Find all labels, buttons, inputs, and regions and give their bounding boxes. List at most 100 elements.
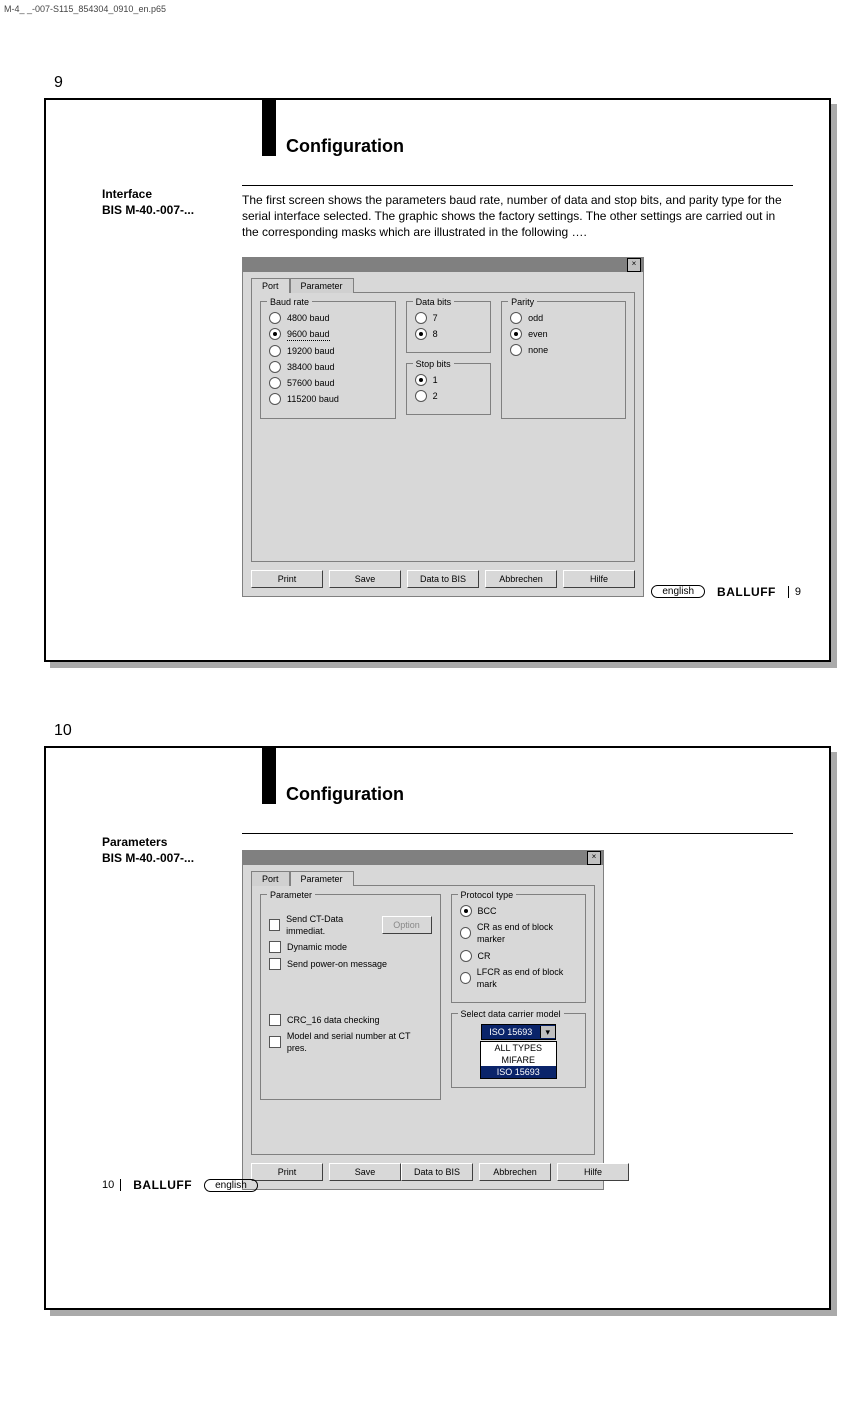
baud-9600[interactable]: 9600 baud [269, 328, 387, 341]
fieldset-stopbits: Stop bits 1 2 [406, 363, 492, 415]
carrier-opt-mifare[interactable]: MIFARE [481, 1054, 556, 1066]
baud-4800[interactable]: 4800 baud [269, 312, 387, 324]
tab-port[interactable]: Port [251, 278, 290, 293]
footer-page-num: 9 [788, 586, 801, 598]
brand-logo: BALLUFF [717, 585, 776, 599]
help-button[interactable]: Hilfe [557, 1163, 629, 1181]
baud-4800-label: 4800 baud [287, 312, 330, 324]
save-button[interactable]: Save [329, 570, 401, 588]
parity-even[interactable]: even [510, 328, 617, 340]
legend-parity: Parity [508, 296, 537, 308]
check-crc16-label: CRC_16 data checking [287, 1014, 380, 1026]
baud-115200[interactable]: 115200 baud [269, 393, 387, 405]
section-title: Configuration [286, 784, 793, 805]
stopbits-1-label: 1 [433, 374, 438, 386]
option-button[interactable]: Option [382, 916, 432, 934]
sidebar-line1: Parameters [102, 835, 242, 851]
databits-8[interactable]: 8 [415, 328, 483, 340]
tabs: Port Parameter [251, 278, 635, 293]
baud-115200-label: 115200 baud [287, 393, 339, 405]
sidebar-label: Interface BIS M-40.-007-... [102, 185, 242, 218]
print-button[interactable]: Print [251, 1163, 323, 1181]
tabs: Port Parameter [251, 871, 595, 886]
cancel-button[interactable]: Abbrechen [485, 570, 557, 588]
save-button[interactable]: Save [329, 1163, 401, 1181]
protocol-cr-label: CR [478, 950, 491, 962]
carrier-selected: ISO 15693 [482, 1026, 540, 1038]
body-col: × Port Parameter Parameter [242, 833, 793, 1190]
carrier-dropdown[interactable]: ISO 15693 ▾ [481, 1024, 556, 1040]
sidebar-line1: Interface [102, 187, 242, 203]
tab-pane-port: Baud rate 4800 baud 9600 baud 19200 baud… [251, 292, 635, 562]
footer-right: english BALLUFF 9 [651, 585, 801, 599]
sidebar-label: Parameters BIS M-40.-007-... [102, 833, 242, 866]
help-button[interactable]: Hilfe [563, 570, 635, 588]
protocol-bcc-label: BCC [478, 905, 497, 917]
check-modelserial-label: Model and serial number at CT pres. [287, 1030, 432, 1054]
language-badge: english [204, 1179, 258, 1192]
protocol-cr-eob[interactable]: CR as end of block marker [460, 921, 577, 945]
baud-19200[interactable]: 19200 baud [269, 345, 387, 357]
data-to-bis-button[interactable]: Data to BIS [401, 1163, 473, 1181]
footer-page-num: 10 [102, 1179, 121, 1191]
close-icon[interactable]: × [587, 851, 601, 865]
data-to-bis-button[interactable]: Data to BIS [407, 570, 479, 588]
stopbits-1[interactable]: 1 [415, 374, 483, 386]
check-modelserial[interactable]: Model and serial number at CT pres. [269, 1030, 432, 1054]
tab-parameter[interactable]: Parameter [290, 278, 354, 293]
tab-parameter[interactable]: Parameter [290, 871, 354, 886]
protocol-cr[interactable]: CR [460, 950, 577, 962]
print-button[interactable]: Print [251, 570, 323, 588]
fieldset-databits: Data bits 7 8 [406, 301, 492, 353]
carrier-opt-all[interactable]: ALL TYPES [481, 1042, 556, 1054]
body-rule [242, 833, 793, 834]
baud-38400[interactable]: 38400 baud [269, 361, 387, 373]
legend-baud: Baud rate [267, 296, 312, 308]
databits-7[interactable]: 7 [415, 312, 483, 324]
footer-left: 10 BALLUFF english [102, 1178, 258, 1192]
parity-none[interactable]: none [510, 344, 617, 356]
fieldset-carrier: Select data carrier model ISO 15693 ▾ [451, 1013, 586, 1088]
port-dialog: × Port Parameter Baud rate [242, 257, 644, 597]
stopbits-2[interactable]: 2 [415, 390, 483, 402]
check-sendctdata[interactable]: Send CT-Data immediat. Option [269, 913, 432, 937]
protocol-cr-eob-label: CR as end of block marker [477, 921, 577, 945]
parity-odd-label: odd [528, 312, 543, 324]
parity-none-label: none [528, 344, 548, 356]
parity-odd[interactable]: odd [510, 312, 617, 324]
legend-databits: Data bits [413, 296, 455, 308]
fieldset-parity: Parity odd even none [501, 301, 626, 419]
cancel-button[interactable]: Abbrechen [479, 1163, 551, 1181]
page-number-top-9: 9 [54, 74, 861, 92]
page-number-top-10: 10 [54, 722, 861, 740]
body-text: The first screen shows the parameters ba… [242, 192, 793, 241]
baud-57600-label: 57600 baud [287, 377, 335, 389]
section-title: Configuration [286, 136, 793, 157]
legend-protocol: Protocol type [458, 889, 517, 901]
stopbits-2-label: 2 [433, 390, 438, 402]
carrier-opt-iso[interactable]: ISO 15693 [481, 1066, 556, 1078]
close-icon[interactable]: × [627, 258, 641, 272]
baud-38400-label: 38400 baud [287, 361, 335, 373]
sidebar-line2: BIS M-40.-007-... [102, 851, 242, 867]
protocol-lfcr[interactable]: LFCR as end of block mark [460, 966, 577, 990]
baud-57600[interactable]: 57600 baud [269, 377, 387, 389]
legend-stopbits: Stop bits [413, 358, 454, 370]
databits-7-label: 7 [433, 312, 438, 324]
check-dynamic[interactable]: Dynamic mode [269, 941, 432, 953]
parameter-dialog: × Port Parameter Parameter [242, 850, 604, 1190]
brand-logo: BALLUFF [133, 1178, 192, 1192]
title-rule [262, 748, 276, 804]
title-rule [262, 100, 276, 156]
carrier-listbox[interactable]: ALL TYPES MIFARE ISO 15693 [480, 1041, 557, 1079]
check-crc16[interactable]: CRC_16 data checking [269, 1014, 432, 1026]
tab-port[interactable]: Port [251, 871, 290, 886]
fieldset-protocol: Protocol type BCC CR as end of block mar… [451, 894, 586, 1003]
check-dynamic-label: Dynamic mode [287, 941, 347, 953]
check-poweron[interactable]: Send power-on message [269, 958, 432, 970]
protocol-bcc[interactable]: BCC [460, 905, 577, 917]
baud-19200-label: 19200 baud [287, 345, 335, 357]
chevron-down-icon[interactable]: ▾ [540, 1026, 555, 1038]
body-col: The first screen shows the parameters ba… [242, 185, 793, 597]
legend-carrier: Select data carrier model [458, 1008, 564, 1020]
